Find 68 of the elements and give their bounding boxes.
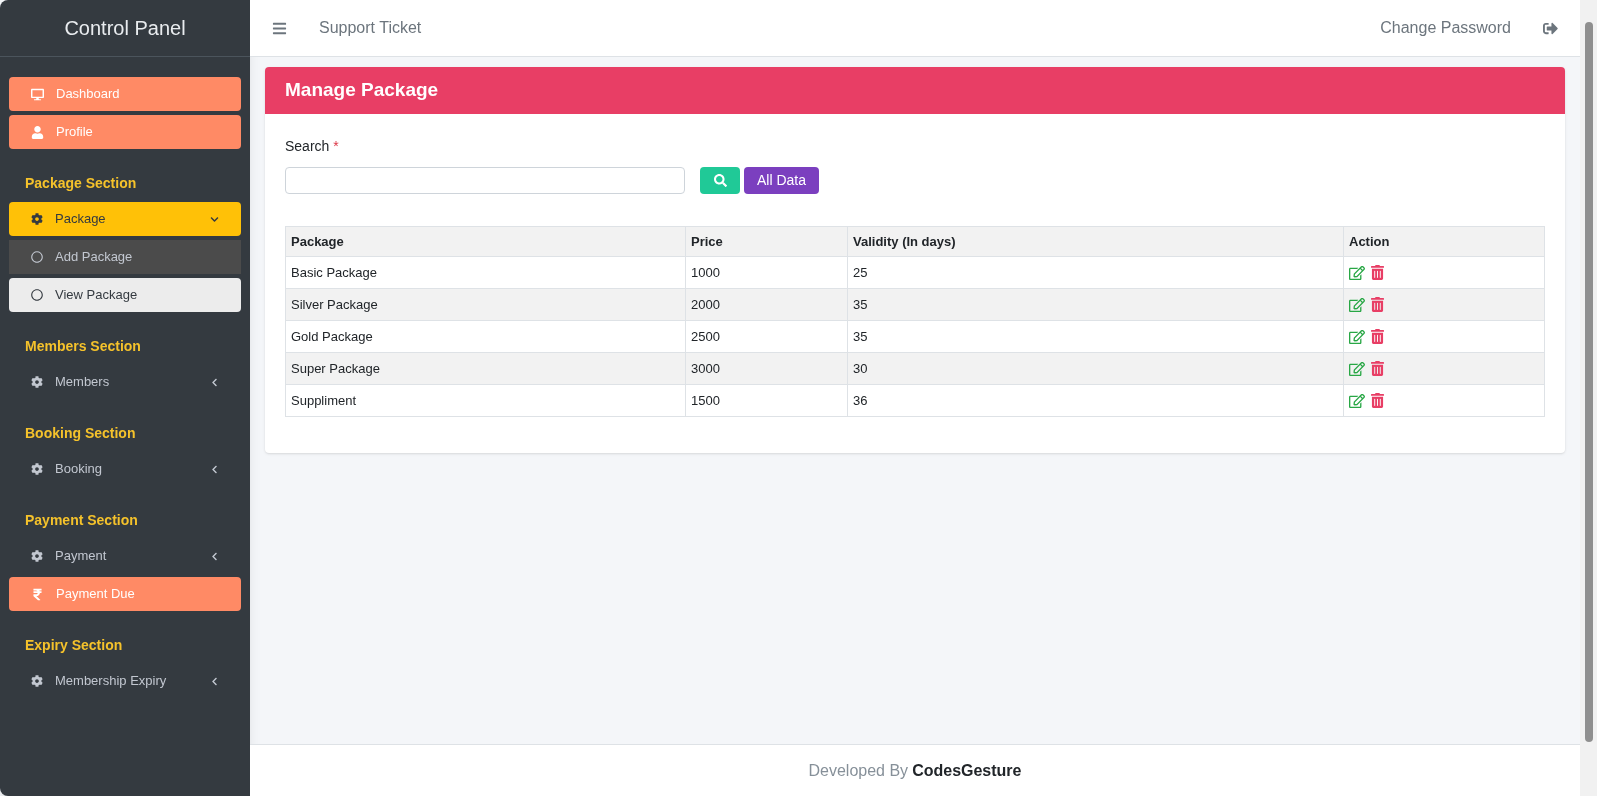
table-cell: 2500 <box>685 320 848 353</box>
nav-subitem[interactable]: View Package <box>9 278 241 312</box>
table-cell: 25 <box>847 256 1344 289</box>
logout-icon[interactable] <box>1543 20 1558 36</box>
gear-icon <box>31 463 43 475</box>
table-cell: 1000 <box>685 256 848 289</box>
gear-icon <box>31 550 43 562</box>
chevron-left-icon <box>210 551 219 561</box>
table-cell: 35 <box>847 320 1344 353</box>
edit-icon[interactable] <box>1349 360 1365 377</box>
sidebar-title: Control Panel <box>64 16 186 41</box>
trash-icon[interactable] <box>1371 361 1384 376</box>
nav-menu[interactable]: Booking <box>9 452 241 486</box>
nav-menu[interactable]: Membership Expiry <box>9 664 241 698</box>
section-heading: Expiry Section <box>24 636 124 655</box>
trash-icon[interactable] <box>1371 329 1384 344</box>
table-cell: 30 <box>847 352 1344 385</box>
edit-icon[interactable] <box>1349 296 1365 313</box>
table-cell: 1500 <box>685 384 848 417</box>
section-heading: Members Section <box>24 337 142 356</box>
change-password-link[interactable]: Change Password <box>1380 16 1511 40</box>
search-field[interactable] <box>285 167 685 194</box>
trash-icon[interactable] <box>1371 393 1384 408</box>
column-header: Package <box>285 226 686 257</box>
person-icon <box>31 125 44 139</box>
table-cell: 2000 <box>685 288 848 321</box>
column-header: Price <box>685 226 848 257</box>
table-cell: Super Package <box>285 352 686 385</box>
column-header: Action <box>1343 226 1545 257</box>
gear-icon <box>31 376 43 388</box>
footer-brand: CodesGesture <box>912 760 1022 781</box>
table-cell: Gold Package <box>285 320 686 353</box>
section-heading: Booking Section <box>24 424 137 443</box>
table-cell: Suppliment <box>285 384 686 417</box>
table-cell: 3000 <box>685 352 848 385</box>
menu-icon[interactable] <box>272 20 287 36</box>
nav-menu[interactable]: Members <box>9 365 241 399</box>
nav-menu[interactable]: Package <box>9 202 241 236</box>
table-cell: 36 <box>847 384 1344 417</box>
search-label: Search <box>285 137 330 156</box>
trash-icon[interactable] <box>1371 265 1384 280</box>
section-heading: Payment Section <box>24 511 139 530</box>
monitor-icon <box>31 87 44 101</box>
search-button[interactable] <box>700 167 740 194</box>
all-data-button[interactable]: All Data <box>744 167 820 194</box>
edit-icon[interactable] <box>1349 264 1365 281</box>
edit-icon[interactable] <box>1349 392 1365 409</box>
table-cell: Basic Package <box>285 256 686 289</box>
trash-icon[interactable] <box>1371 297 1384 312</box>
chevron-left-icon <box>210 676 219 686</box>
card-title: Manage Package <box>285 78 439 103</box>
gear-icon <box>31 675 43 687</box>
edit-icon[interactable] <box>1349 328 1365 345</box>
footer-text: Developed By <box>808 760 909 781</box>
chevron-left-icon <box>210 464 219 474</box>
chevron-left-icon <box>210 377 219 387</box>
required-mark: * <box>333 137 339 156</box>
nav-subitem[interactable]: Add Package <box>9 240 241 274</box>
table-cell: Silver Package <box>285 288 686 321</box>
table-cell: 35 <box>847 288 1344 321</box>
rupee-icon <box>31 587 44 601</box>
column-header: Validity (In days) <box>847 226 1344 257</box>
search-icon <box>713 174 727 187</box>
support-ticket-link[interactable]: Support Ticket <box>319 16 422 40</box>
nav-menu[interactable]: Payment <box>9 539 241 573</box>
section-heading: Package Section <box>24 174 138 193</box>
chevron-down-icon <box>210 214 219 224</box>
gear-icon <box>31 213 43 225</box>
